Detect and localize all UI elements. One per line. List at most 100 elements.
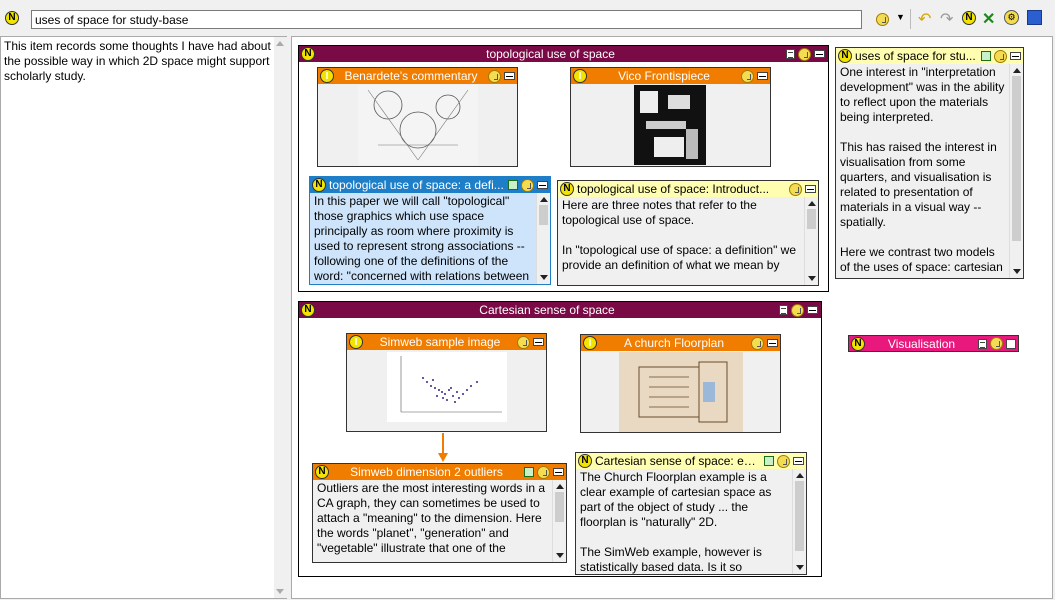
- map-canvas[interactable]: N topological use of space I Benardete's…: [291, 36, 1053, 599]
- note-icon: N: [312, 178, 326, 192]
- gear-icon[interactable]: [537, 465, 550, 479]
- image-note-icon: I: [573, 69, 587, 83]
- expand-icon[interactable]: [981, 51, 991, 61]
- doc-icon[interactable]: [786, 49, 795, 59]
- expand-icon[interactable]: [508, 180, 518, 190]
- tree-view-icon[interactable]: ✕: [982, 9, 995, 29]
- minimize-icon[interactable]: [537, 181, 548, 189]
- item-text: This item records some thoughts I have h…: [4, 39, 271, 83]
- item-text-panel[interactable]: This item records some thoughts I have h…: [0, 36, 287, 599]
- note-icon: N: [301, 47, 315, 61]
- note-icon: N: [560, 182, 574, 196]
- note-icon: N: [851, 336, 865, 351]
- minimize-icon[interactable]: [504, 72, 515, 80]
- note-church-floorplan[interactable]: I A church Floorplan: [580, 334, 781, 433]
- note-body: Outliers are the most interesting words …: [313, 480, 566, 562]
- maximize-icon[interactable]: [1006, 338, 1016, 349]
- minimize-icon[interactable]: [814, 50, 825, 58]
- image-note-icon: I: [583, 336, 597, 350]
- note-title: Simweb sample image: [379, 335, 501, 349]
- minimize-icon[interactable]: [1010, 52, 1021, 60]
- gear-icon[interactable]: [791, 303, 804, 317]
- minimize-icon[interactable]: [553, 468, 564, 476]
- container-title: Cartesian sense of space: [479, 303, 615, 317]
- church-floorplan-image: [619, 352, 743, 432]
- gear-icon[interactable]: [789, 182, 802, 196]
- minimize-icon[interactable]: [807, 306, 818, 314]
- note-uses-of-space[interactable]: N uses of space for stu... One interest …: [835, 47, 1024, 279]
- note-scrollbar[interactable]: [792, 469, 806, 574]
- note-title: Simweb dimension 2 outliers: [350, 465, 503, 479]
- minimize-icon[interactable]: [533, 338, 544, 346]
- container-topological-header[interactable]: N topological use of space: [299, 46, 828, 62]
- note-title: A church Floorplan: [623, 336, 725, 350]
- note-scrollbar[interactable]: [552, 480, 566, 562]
- gear-icon[interactable]: [798, 47, 811, 61]
- left-scrollbar[interactable]: [274, 37, 287, 598]
- gear-icon[interactable]: [488, 69, 501, 83]
- toolbar: N ▼ ↶ ↷ N ✕ ⚙: [0, 0, 1055, 36]
- forward-arrow-icon[interactable]: ↷: [940, 9, 953, 29]
- image-note-icon: I: [349, 335, 363, 349]
- note-simweb-outliers[interactable]: N Simweb dimension 2 outliers Outliers a…: [312, 463, 567, 563]
- settings-icon[interactable]: ⚙: [1004, 10, 1019, 25]
- note-simweb-image[interactable]: I Simweb sample image: [346, 333, 547, 432]
- expand-icon[interactable]: [524, 467, 534, 477]
- expand-icon[interactable]: [764, 456, 774, 466]
- note-vico[interactable]: I Vico Frontispiece: [570, 67, 771, 167]
- note-icon: N: [301, 303, 315, 317]
- gear-icon[interactable]: [751, 336, 764, 350]
- save-disk-icon[interactable]: [1027, 10, 1042, 25]
- doc-icon[interactable]: [978, 338, 987, 349]
- container-cartesian[interactable]: N Cartesian sense of space I Simweb samp…: [298, 301, 822, 577]
- minimize-icon[interactable]: [805, 185, 816, 193]
- note-visualisation[interactable]: N Visualisation: [848, 335, 1019, 352]
- image-note-icon: I: [320, 69, 334, 83]
- new-note-icon[interactable]: N: [962, 11, 976, 25]
- gear-icon[interactable]: [994, 49, 1007, 63]
- note-body: The Church Floorplan example is a clear …: [576, 469, 806, 574]
- doc-icon[interactable]: [779, 305, 788, 315]
- note-icon: N: [315, 465, 329, 479]
- vico-frontispiece-image: [634, 85, 706, 165]
- benardete-diagram-image: [358, 85, 478, 165]
- link-arrow: [438, 433, 448, 462]
- simweb-scatter-image: [387, 352, 507, 422]
- gear-icon[interactable]: [777, 454, 790, 468]
- container-cartesian-header[interactable]: N Cartesian sense of space: [299, 302, 821, 318]
- note-title: Cartesian sense of space: exa...: [595, 454, 761, 468]
- note-body: In this paper we will call "topological"…: [310, 193, 550, 284]
- note-body: One interest in "interpretation developm…: [836, 64, 1023, 278]
- note-scrollbar[interactable]: [804, 197, 818, 285]
- note-title: Benardete's commentary: [344, 69, 478, 83]
- item-title-input[interactable]: [31, 10, 862, 29]
- note-title: Vico Frontispiece: [618, 69, 710, 83]
- note-icon: N: [578, 454, 592, 468]
- note-scrollbar[interactable]: [536, 193, 550, 284]
- note-topological-definition[interactable]: N topological use of space: a defi... In…: [309, 176, 551, 285]
- back-arrow-icon[interactable]: ↶: [918, 9, 931, 29]
- note-cartesian-example[interactable]: N Cartesian sense of space: exa... The C…: [575, 452, 807, 575]
- gear-icon[interactable]: [521, 178, 534, 192]
- toolbar-divider: [910, 9, 911, 29]
- minimize-icon[interactable]: [767, 339, 778, 347]
- container-topological[interactable]: N topological use of space I Benardete's…: [298, 45, 829, 292]
- container-title: topological use of space: [486, 47, 615, 61]
- minimize-icon[interactable]: [757, 72, 768, 80]
- note-scrollbar[interactable]: [1009, 64, 1023, 278]
- note-title: uses of space for stu...: [855, 49, 976, 63]
- note-topological-introduction[interactable]: N topological use of space: Introduct...…: [557, 180, 819, 286]
- action-gear-icon[interactable]: [876, 13, 889, 26]
- dropdown-chevron-icon[interactable]: ▼: [896, 12, 905, 22]
- gear-icon[interactable]: [741, 69, 754, 83]
- nestor-logo-icon[interactable]: N: [5, 11, 19, 25]
- note-body: Here are three notes that refer to the t…: [558, 197, 818, 285]
- note-benardete[interactable]: I Benardete's commentary: [317, 67, 518, 167]
- note-title: Visualisation: [887, 336, 956, 351]
- gear-icon[interactable]: [517, 335, 530, 349]
- minimize-icon[interactable]: [793, 457, 804, 465]
- gear-icon[interactable]: [990, 337, 1003, 350]
- note-title: topological use of space: Introduct...: [577, 182, 770, 196]
- note-title: topological use of space: a defi...: [329, 178, 504, 192]
- note-icon: N: [838, 49, 852, 63]
